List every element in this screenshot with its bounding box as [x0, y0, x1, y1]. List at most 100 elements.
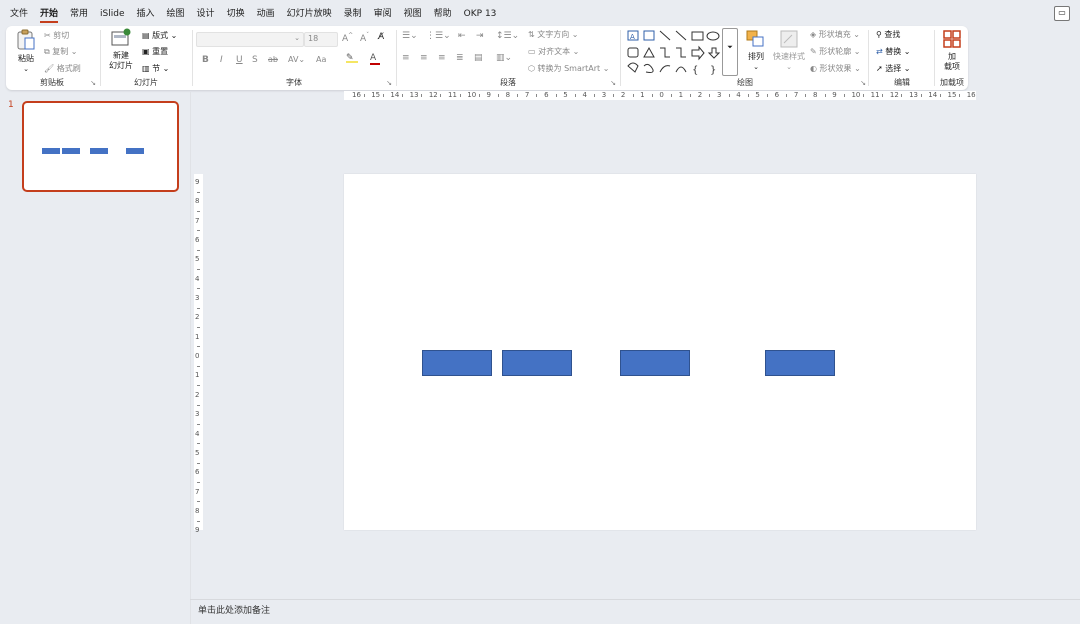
strikethrough-button[interactable]: ab [268, 55, 278, 64]
addins-button[interactable]: 加 载项 [938, 29, 966, 72]
menu-tab-12[interactable]: 视图 [398, 0, 428, 28]
shape-fill-button[interactable]: ◈ 形状填充 ⌄ [810, 29, 860, 40]
ruler-tick [747, 94, 749, 97]
ruler-tick [613, 94, 615, 97]
justify-icon[interactable]: ≣ [456, 53, 464, 63]
ruler-label: 1 [195, 371, 200, 380]
notes-placeholder[interactable]: 单击此处添加备注 [198, 603, 270, 616]
rectangle-shape-1[interactable] [422, 350, 492, 376]
align-center-icon[interactable]: ≡ [420, 53, 428, 63]
rectangle-shape-3[interactable] [620, 350, 690, 376]
shadow-button[interactable]: S [252, 55, 258, 65]
menu-tab-9[interactable]: 幻灯片放映 [281, 0, 338, 28]
quick-styles-button[interactable]: 快速样式 ⌄ [772, 29, 806, 72]
menu-tab-3[interactable]: iSlide [94, 0, 130, 28]
new-slide-button[interactable]: 新建 幻灯片 [104, 28, 138, 71]
italic-button[interactable]: I [220, 55, 223, 65]
menu-tab-6[interactable]: 设计 [191, 0, 221, 28]
shapes-gallery[interactable]: A {} [624, 28, 736, 76]
convert-smartart-label: 转换为 SmartArt [537, 64, 601, 73]
grow-font-icon[interactable]: A^ [342, 32, 353, 44]
menu-tab-7[interactable]: 切换 [221, 0, 251, 28]
font-color-button[interactable]: A [370, 53, 380, 65]
menu-tab-1[interactable]: 开始 [34, 0, 64, 28]
dialog-launcher-icon[interactable]: ↘ [386, 79, 392, 87]
paste-label: 粘贴 [18, 54, 34, 63]
ruler-label: 7 [195, 487, 200, 496]
shape-effects-button[interactable]: ◐ 形状效果 ⌄ [810, 63, 861, 74]
menu-tab-11[interactable]: 审阅 [368, 0, 398, 28]
change-case-button[interactable]: Aa [316, 55, 326, 64]
ruler-tick [197, 211, 200, 213]
menu-tab-10[interactable]: 录制 [338, 0, 368, 28]
replace-button[interactable]: ⇄ 替换 ⌄ [876, 46, 911, 57]
clear-format-icon[interactable]: A̸ [378, 32, 384, 42]
ruler-tick [690, 94, 692, 97]
columns-icon[interactable]: ▥⌄ [496, 53, 512, 63]
shrink-font-icon[interactable]: Aˇ [360, 32, 369, 44]
arrange-button[interactable]: 排列 ⌄ [742, 29, 770, 72]
copy-button[interactable]: ⧉ 复制 ⌄ [44, 46, 78, 57]
reset-button[interactable]: ▣ 重置 [142, 46, 168, 57]
comments-icon[interactable]: ▭ [1054, 6, 1070, 21]
ruler-tick [767, 94, 768, 97]
divider [396, 30, 397, 86]
align-right-icon[interactable]: ≡ [438, 53, 446, 63]
ruler-tick [197, 230, 200, 232]
line-spacing-icon[interactable]: ↕☰⌄ [496, 31, 519, 41]
menu-tab-5[interactable]: 绘图 [161, 0, 191, 28]
svg-text:A: A [630, 33, 635, 41]
dialog-launcher-icon[interactable]: ↘ [860, 79, 866, 87]
addins-group-label: 加载项 [940, 78, 964, 87]
font-name-combo[interactable]: ⌄ [196, 32, 304, 47]
ruler-label: 12 [889, 91, 899, 99]
slide-canvas[interactable] [344, 174, 976, 530]
paste-button[interactable]: 粘贴 ⌄ [12, 29, 40, 74]
text-direction-button[interactable]: ⇅ 文字方向 ⌄ [528, 29, 579, 40]
layout-button[interactable]: ▤ 版式 ⌄ [142, 30, 177, 41]
menu-bar: 文件 开始 常用 iSlide 插入 绘图 设计 切换 动画 幻灯片放映 录制 审阅 视图 帮助 OKP 1… [0, 0, 1080, 28]
ruler-tick [632, 94, 634, 97]
bold-button[interactable]: B [202, 55, 209, 65]
ruler-label: 1 [678, 91, 684, 99]
menu-tab-4[interactable]: 插入 [131, 0, 161, 28]
thumbnail-shape [126, 148, 144, 154]
decrease-indent-icon[interactable]: ⇤ [458, 31, 466, 41]
dialog-launcher-icon[interactable]: ↘ [610, 79, 616, 87]
increase-indent-icon[interactable]: ⇥ [476, 31, 484, 41]
align-text-button[interactable]: ▭ 对齐文本 ⌄ [528, 46, 579, 57]
pen-icon: ✎ [810, 47, 820, 56]
rectangle-shape-2[interactable] [502, 350, 572, 376]
ruler-label: 9 [195, 526, 200, 535]
distributed-icon[interactable]: ▤ [474, 53, 483, 63]
chevron-down-icon[interactable]: ⌄ [12, 64, 40, 74]
find-button[interactable]: ⚲ 查找 [876, 29, 900, 40]
divider [620, 30, 621, 86]
menu-tab-14[interactable]: OKP 13 [458, 0, 503, 28]
slide-thumbnail[interactable] [22, 101, 179, 192]
cut-button[interactable]: ✂ 剪切 [44, 30, 69, 41]
ruler-tick [959, 94, 961, 97]
select-button[interactable]: ➚ 选择 ⌄ [876, 63, 911, 74]
menu-tab-13[interactable]: 帮助 [428, 0, 458, 28]
menu-tab-8[interactable]: 动画 [251, 0, 281, 28]
char-spacing-icon[interactable]: AV⌄ [288, 55, 305, 64]
font-size-combo[interactable]: 18 [304, 32, 338, 47]
underline-button[interactable]: U [236, 55, 243, 65]
format-painter-button[interactable]: 🖌 格式刷 [44, 63, 81, 74]
dialog-launcher-icon[interactable]: ↘ [90, 79, 96, 87]
highlight-icon[interactable]: ✎ [346, 53, 358, 63]
section-button[interactable]: ▥ 节 ⌄ [142, 63, 169, 74]
rectangle-shape-4[interactable] [765, 350, 835, 376]
ruler-label: 15 [947, 91, 957, 99]
shape-effects-label: 形状效果 [819, 64, 852, 73]
numbering-icon[interactable]: ⋮☰⌄ [426, 31, 451, 41]
ruler-label: 8 [813, 91, 818, 99]
align-left-icon[interactable]: ≡ [402, 53, 410, 63]
menu-tab-0[interactable]: 文件 [4, 0, 34, 28]
menu-tab-2[interactable]: 常用 [64, 0, 94, 28]
shape-outline-button[interactable]: ✎ 形状轮廓 ⌄ [810, 46, 861, 57]
convert-smartart-button[interactable]: ⬡ 转换为 SmartArt ⌄ [528, 63, 609, 74]
shapes-scroll[interactable]: ⏷ [722, 28, 738, 76]
bullets-icon[interactable]: ☰⌄ [402, 31, 418, 41]
